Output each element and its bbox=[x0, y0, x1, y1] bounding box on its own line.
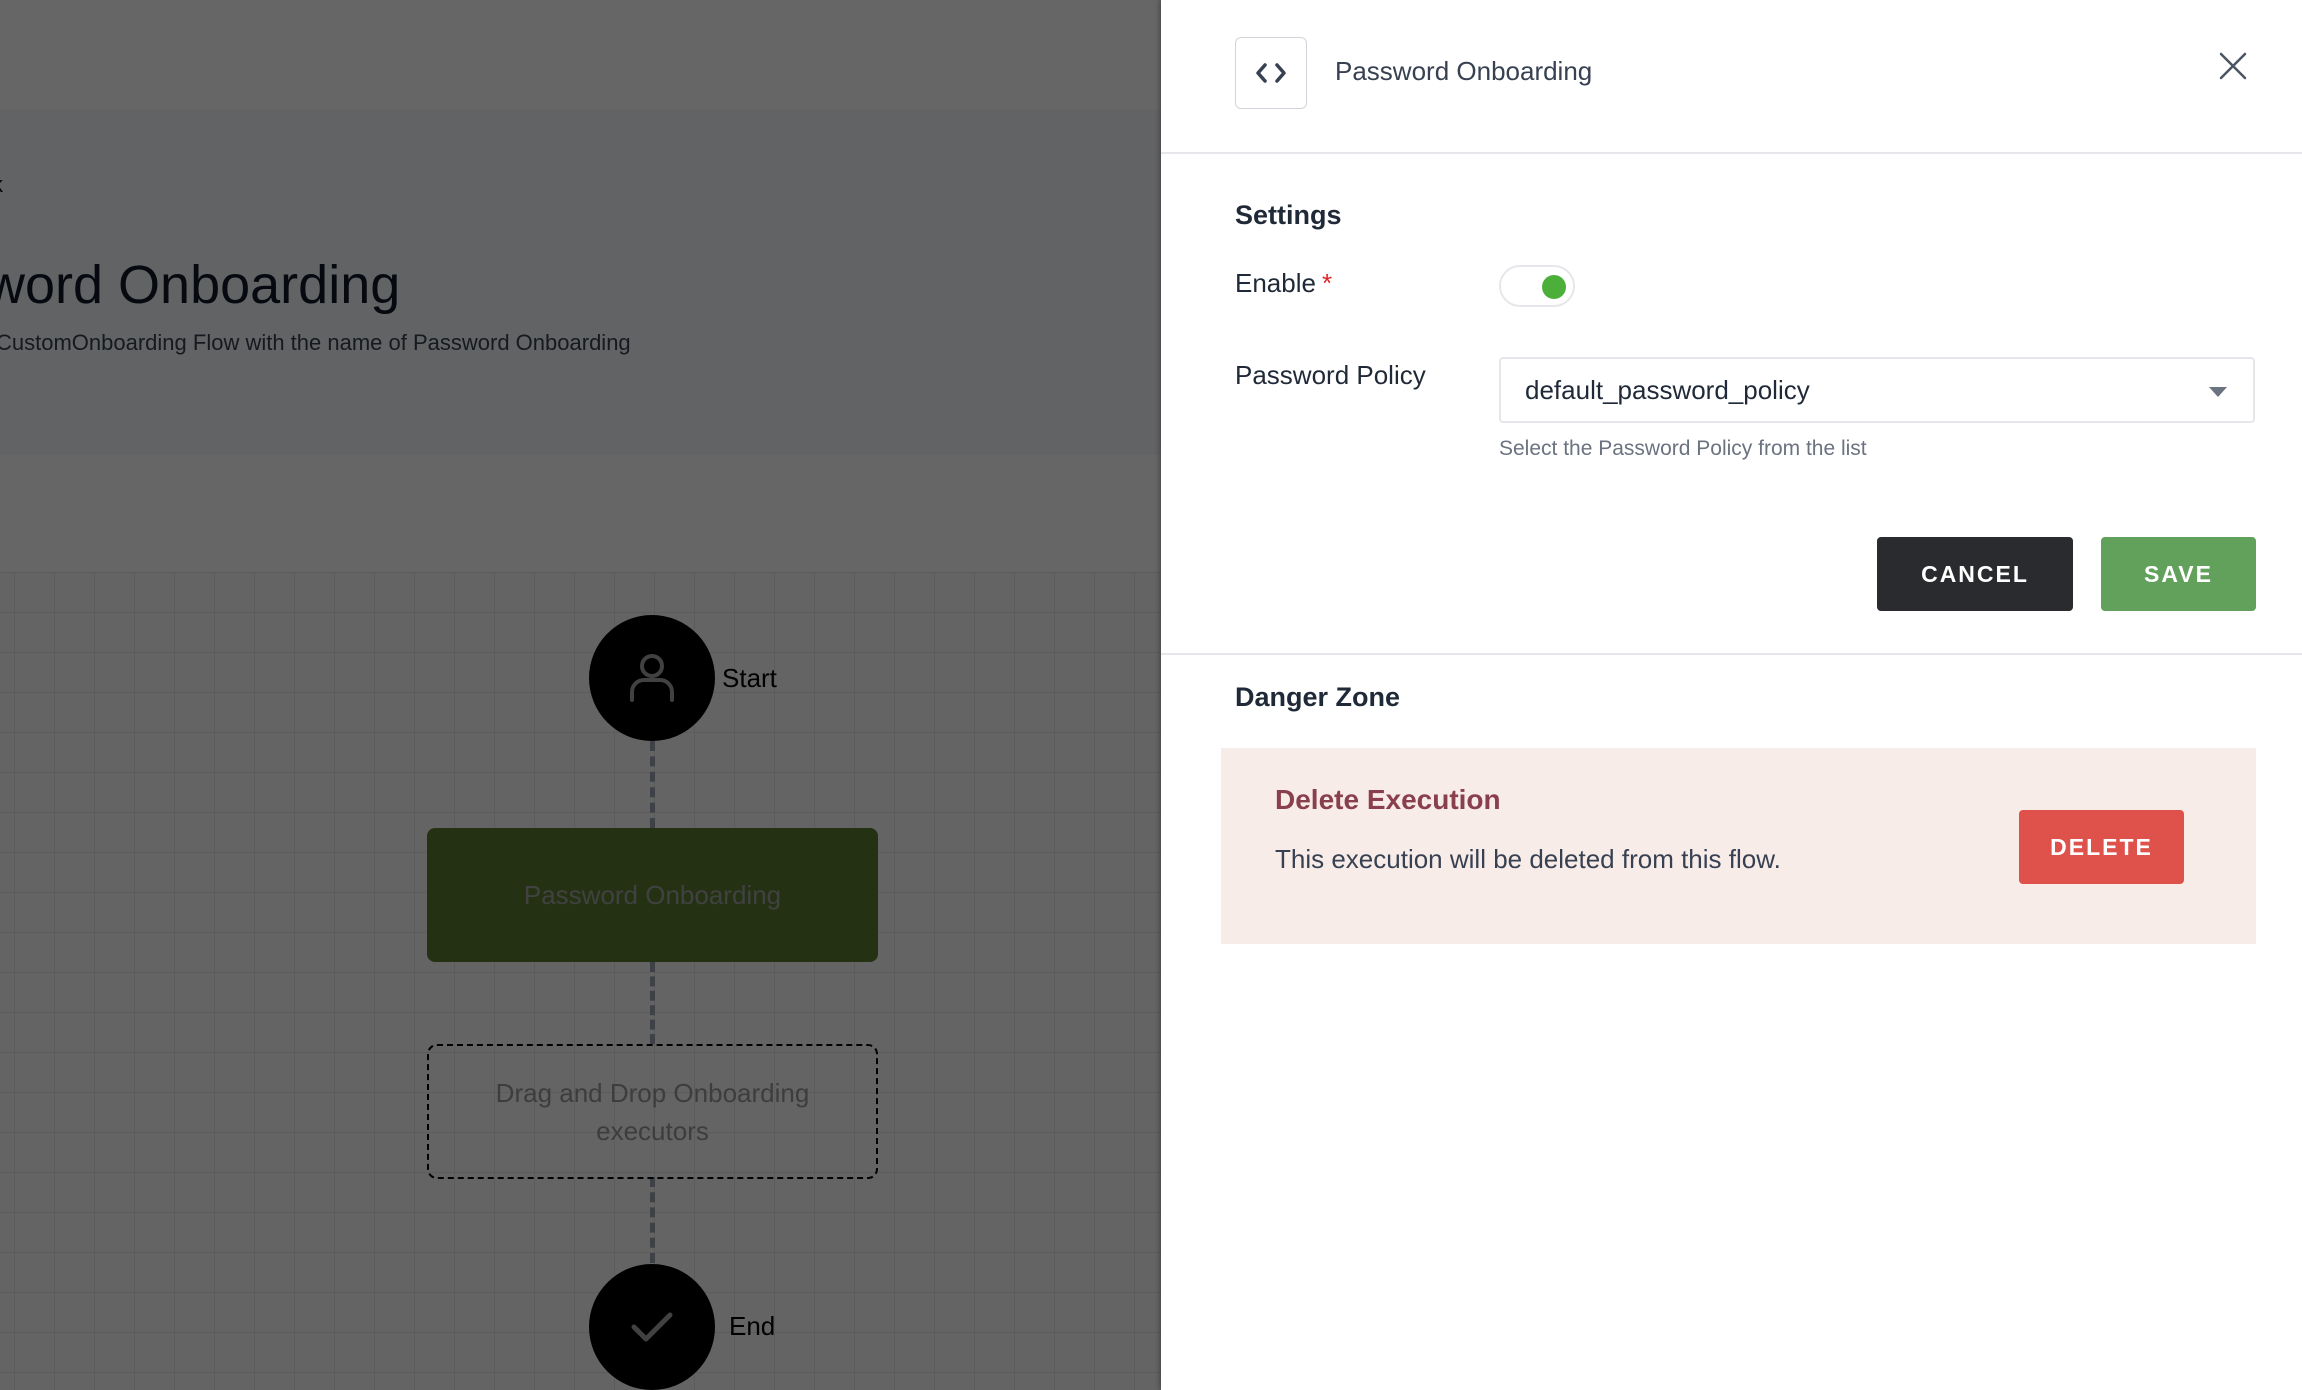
password-policy-value: default_password_policy bbox=[1525, 374, 1810, 405]
delete-execution-title: Delete Execution bbox=[1275, 784, 1501, 815]
toggle-knob bbox=[1542, 275, 1566, 299]
close-icon bbox=[2219, 52, 2247, 80]
danger-zone-heading: Danger Zone bbox=[1235, 682, 1401, 712]
code-icon bbox=[1256, 63, 1286, 83]
enable-label: Enable * bbox=[1235, 268, 1332, 299]
execution-settings-drawer: Password Onboarding Settings Enable * Pas… bbox=[1161, 0, 2302, 1390]
enable-label-text: Enable bbox=[1235, 268, 1316, 298]
enable-toggle[interactable] bbox=[1499, 265, 1575, 307]
close-button[interactable] bbox=[2215, 48, 2251, 84]
code-view-button[interactable] bbox=[1235, 37, 1307, 109]
section-divider bbox=[1161, 653, 2302, 655]
caret-down-icon bbox=[2209, 387, 2227, 397]
password-policy-select[interactable]: default_password_policy bbox=[1499, 357, 2255, 423]
cancel-button[interactable]: CANCEL bbox=[1877, 537, 2073, 611]
password-policy-helper: Select the Password Policy from the list bbox=[1499, 437, 1867, 460]
password-policy-label: Password Policy bbox=[1235, 360, 1426, 390]
modal-backdrop[interactable] bbox=[0, 0, 1161, 1390]
drawer-header: Password Onboarding bbox=[1161, 0, 2302, 154]
delete-execution-description: This execution will be deleted from this… bbox=[1275, 844, 1781, 874]
required-marker: * bbox=[1321, 268, 1333, 298]
delete-execution-card: Delete Execution This execution will be … bbox=[1221, 748, 2256, 944]
drawer-title: Password Onboarding bbox=[1335, 56, 1593, 86]
delete-button[interactable]: DELETE bbox=[2019, 810, 2184, 884]
save-button[interactable]: SAVE bbox=[2101, 537, 2256, 611]
settings-heading: Settings bbox=[1235, 200, 1342, 230]
